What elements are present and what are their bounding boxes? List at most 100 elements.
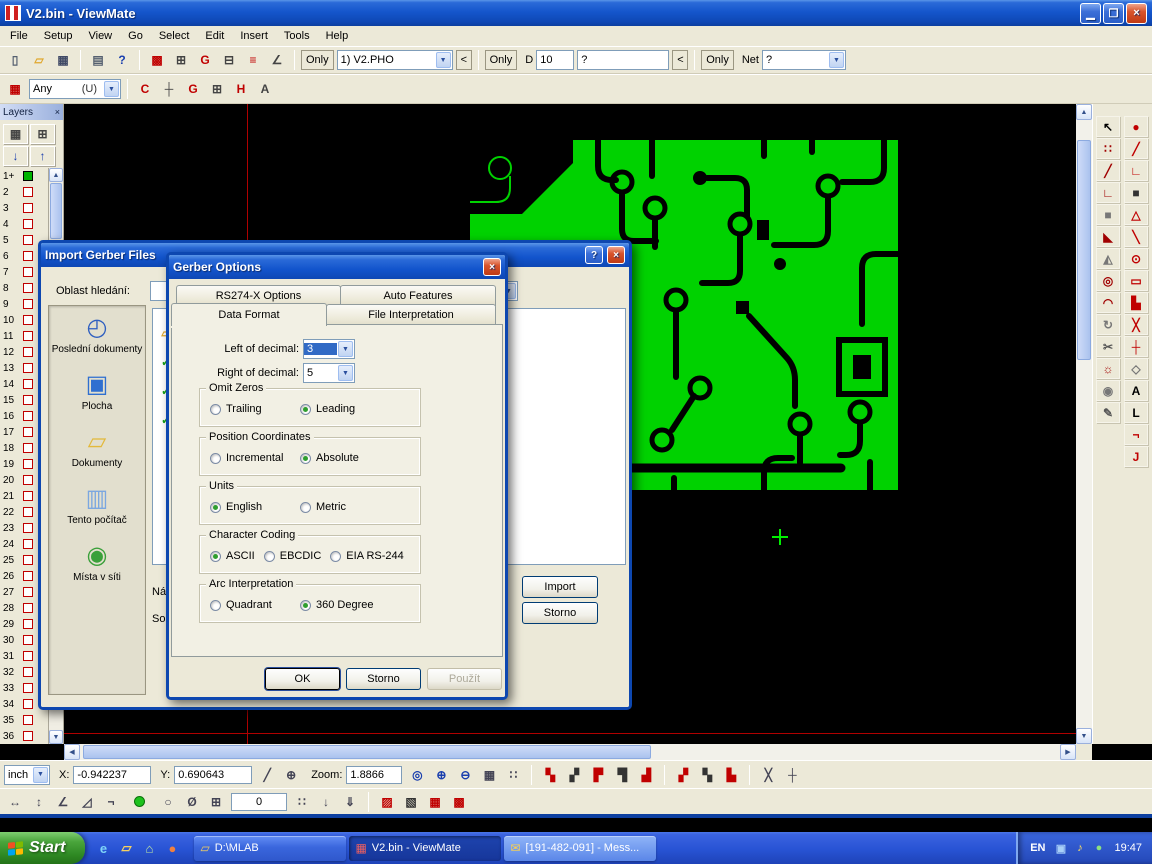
prev-dcode-button[interactable]: <	[672, 50, 688, 70]
only-dcode-toggle[interactable]: Only	[485, 50, 518, 70]
units-combo[interactable]: inch ▼	[4, 765, 50, 785]
left-of-decimal-combo[interactable]: 3 ▼	[303, 339, 355, 359]
rectangle-outline-icon[interactable]: ▭	[1124, 270, 1148, 291]
pad-stack-icon[interactable]: ∷	[1096, 138, 1120, 159]
layer-color-swatch[interactable]	[23, 443, 33, 453]
layer-color-swatch[interactable]	[23, 603, 33, 613]
layer-row-36[interactable]: 36	[3, 728, 48, 744]
not-shape-icon[interactable]: ¬	[1124, 424, 1148, 445]
dot-grid-toggle-icon[interactable]: ∷	[502, 765, 524, 785]
radio-ebcdic[interactable]: EBCDIC	[264, 550, 322, 562]
import-close-button[interactable]: ×	[607, 246, 625, 264]
stack-pattern-icon[interactable]: ▙	[720, 765, 742, 785]
cross-line-icon[interactable]: ╳	[1124, 314, 1148, 335]
solid-square-icon[interactable]: ■	[1124, 182, 1148, 203]
select-pointer-icon[interactable]: ↖	[1096, 116, 1120, 137]
j-shape-icon[interactable]: J	[1124, 446, 1148, 467]
menu-tools[interactable]: Tools	[276, 28, 318, 44]
layer-color-swatch[interactable]	[23, 731, 33, 741]
text-tool-icon[interactable]: A	[1124, 380, 1148, 401]
task-d-mlab[interactable]: ▱D:\MLAB	[194, 836, 346, 861]
menu-edit[interactable]: Edit	[197, 28, 232, 44]
probe-aperture-icon[interactable]: Ø	[181, 792, 203, 812]
layer-color-swatch[interactable]	[23, 251, 33, 261]
pad-master-pattern-icon[interactable]: ▛	[587, 765, 609, 785]
layer-color-swatch[interactable]	[23, 411, 33, 421]
print-icon[interactable]: ▤	[87, 50, 109, 70]
grid-value-field[interactable]	[231, 793, 287, 811]
restore-button[interactable]: ❒	[1103, 3, 1124, 24]
move-layer-up-icon[interactable]: ↑	[30, 146, 55, 166]
grid-toggle-icon[interactable]: ▦	[478, 765, 500, 785]
elbow-line-icon[interactable]: ∟	[1124, 160, 1148, 181]
layer-color-swatch[interactable]	[23, 555, 33, 565]
only-net-toggle[interactable]: Only	[701, 50, 734, 70]
radio-english[interactable]: English	[210, 501, 300, 513]
minimize-button[interactable]: ▁	[1080, 3, 1101, 24]
layer-color-swatch[interactable]	[23, 715, 33, 725]
layer-color-swatch[interactable]	[23, 667, 33, 677]
pen-tool-icon[interactable]: ✎	[1096, 402, 1120, 423]
scroll-left-icon[interactable]: ◀	[64, 744, 80, 760]
layers-panel-close-button[interactable]: ×	[55, 107, 60, 117]
menu-setup[interactable]: Setup	[36, 28, 81, 44]
ok-button[interactable]: OK	[265, 668, 340, 690]
vertical-scroll-track[interactable]	[1076, 120, 1092, 728]
layer-color-swatch[interactable]	[23, 523, 33, 533]
aperture-list-icon[interactable]: ⊞	[170, 50, 192, 70]
radio-360-degree[interactable]: 360 Degree	[300, 599, 390, 611]
triangle-outline-icon[interactable]: △	[1124, 204, 1148, 225]
mirror-pattern-icon[interactable]: ▞	[672, 765, 694, 785]
layer-color-swatch[interactable]	[23, 651, 33, 661]
pattern-c-icon[interactable]: ▦	[424, 792, 446, 812]
layer-color-swatch[interactable]	[23, 459, 33, 469]
layer-color-swatch[interactable]	[23, 203, 33, 213]
radio-metric[interactable]: Metric	[300, 501, 390, 513]
mirror-tool-icon[interactable]: ◭	[1096, 248, 1120, 269]
zoom-in-icon[interactable]: ⊕	[430, 765, 452, 785]
menu-help[interactable]: Help	[318, 28, 357, 44]
horizontal-scrollbar[interactable]: ◀ ▶	[64, 744, 1076, 760]
clock[interactable]: 19:47	[1114, 842, 1142, 854]
net-list-icon[interactable]: ≡	[242, 50, 264, 70]
combo-arrow-icon[interactable]: ▼	[33, 767, 48, 783]
pattern-b-icon[interactable]: ▧	[400, 792, 422, 812]
tab-file-interpretation[interactable]: File Interpretation	[326, 304, 496, 325]
dcode-filter-field[interactable]	[577, 50, 669, 70]
task-v2-bin-viewmate[interactable]: ▦V2.bin - ViewMate	[349, 836, 501, 861]
layer-color-swatch[interactable]	[23, 267, 33, 277]
triangle-tool-icon[interactable]: ◣	[1096, 226, 1120, 247]
task-191-482-091-mess[interactable]: ✉[191-482-091] - Mess...	[504, 836, 656, 861]
layer-color-swatch[interactable]	[23, 683, 33, 693]
scroll-up-icon[interactable]: ▲	[49, 168, 63, 182]
layer-color-swatch[interactable]	[23, 219, 33, 229]
draw-line-icon[interactable]: ╱	[1096, 160, 1120, 181]
layer-color-swatch[interactable]	[23, 619, 33, 629]
swap-axes-icon[interactable]: ╳	[757, 765, 779, 785]
pattern-a-icon[interactable]: ▨	[376, 792, 398, 812]
prev-layer-button[interactable]: <	[456, 50, 472, 70]
l-shape-icon[interactable]: L	[1124, 402, 1148, 423]
menu-file[interactable]: File	[2, 28, 36, 44]
measure-horizontal-icon[interactable]: ↔	[4, 792, 26, 812]
layer-color-swatch[interactable]	[23, 539, 33, 549]
layer-row-2[interactable]: 2	[3, 184, 48, 200]
layer-color-swatch[interactable]	[23, 171, 33, 181]
diamond-tool-icon[interactable]: ◇	[1124, 358, 1148, 379]
gcode-icon[interactable]: G	[182, 79, 204, 99]
layer-color-swatch[interactable]	[23, 475, 33, 485]
plus-tool-icon[interactable]: ┼	[1124, 336, 1148, 357]
circle-aperture-icon[interactable]: C	[134, 79, 156, 99]
round-aperture-icon[interactable]: ○	[157, 792, 179, 812]
gerber-cancel-button[interactable]: Storno	[346, 668, 421, 690]
layer-grid-icon[interactable]: ⊞	[30, 124, 55, 144]
layer-color-swatch[interactable]	[23, 235, 33, 245]
radio-quadrant[interactable]: Quadrant	[210, 599, 300, 611]
radio-ascii[interactable]: ASCII	[210, 550, 255, 562]
annotation-icon[interactable]: A	[254, 79, 276, 99]
layer-color-swatch[interactable]	[23, 699, 33, 709]
anchor-drop-icon[interactable]: ⇓	[339, 792, 361, 812]
tray-volume-icon[interactable]: ♪	[1071, 840, 1088, 857]
menu-insert[interactable]: Insert	[232, 28, 276, 44]
knife-tool-icon[interactable]: ✂	[1096, 336, 1120, 357]
